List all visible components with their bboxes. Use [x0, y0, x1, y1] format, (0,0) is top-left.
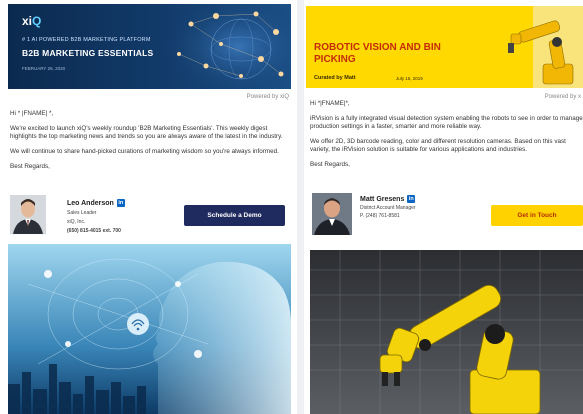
banner-date: July 15, 2019: [396, 76, 423, 81]
hero-image-ai-head: [8, 244, 291, 414]
signature-role: Sales Leader: [67, 210, 97, 216]
signature-phone: P. (248) 761-8581: [360, 213, 400, 219]
header-banner: xiQ # 1 AI POWERED B2B MARKETING PLATFOR…: [8, 4, 291, 89]
greeting: Hi * |FNAME| *,: [10, 110, 54, 117]
avatar: [10, 195, 46, 234]
network-globe-illustration: [161, 4, 291, 89]
banner-curator: Curated by Matt: [314, 75, 356, 81]
get-in-touch-button[interactable]: Get in Touch: [491, 205, 583, 226]
email-body: Hi *|FNAME|*, iRVision is a fully integr…: [310, 100, 583, 169]
xiq-logo: xiQ: [22, 14, 42, 28]
industrial-robot-illustration: [310, 250, 583, 414]
body-paragraph: We will continue to share hand-picked cu…: [10, 148, 279, 155]
body-paragraph: We're excited to launch xiQ's weekly rou…: [10, 125, 283, 140]
banner-tagline: # 1 AI POWERED B2B MARKETING PLATFORM: [22, 37, 151, 43]
signature-company: xiQ, Inc.: [67, 219, 86, 225]
header-banner: ROBOTIC VISION AND BIN PICKING Curated b…: [306, 6, 583, 88]
body-paragraph: We offer 2D, 3D barcode reading, color a…: [310, 138, 566, 153]
signature-name: Matt Gresens in: [360, 195, 416, 203]
signature-phone: (650) 815-4015 ext. 700: [67, 228, 121, 234]
robot-arm-illustration: [473, 6, 583, 88]
banner-title: B2B MARKETING ESSENTIALS: [22, 48, 154, 58]
signature-name: Leo Anderson in: [67, 199, 125, 207]
email-body: Hi * |FNAME| *, We're excited to launch …: [10, 110, 290, 171]
body-paragraph: iRVision is a fully integrated visual de…: [310, 115, 583, 130]
greeting: Hi *|FNAME|*,: [310, 100, 350, 107]
closing: Best Regards,: [10, 163, 50, 170]
linkedin-icon[interactable]: in: [116, 199, 125, 207]
person-portrait-icon: [312, 193, 352, 235]
email-preview-robotics: ROBOTIC VISION AND BIN PICKING Curated b…: [304, 0, 583, 414]
hero-image-robot: [310, 250, 583, 414]
powered-by-label: Powered by xiQ: [246, 94, 289, 100]
linkedin-icon[interactable]: in: [407, 195, 416, 203]
signature-role: District Account Manager: [360, 205, 416, 211]
person-portrait-icon: [10, 195, 46, 234]
banner-title: ROBOTIC VISION AND BIN PICKING: [314, 42, 441, 65]
email-preview-b2b: xiQ # 1 AI POWERED B2B MARKETING PLATFOR…: [0, 0, 297, 414]
closing: Best Regards,: [310, 161, 350, 168]
ai-head-illustration: [8, 244, 291, 414]
avatar: [312, 193, 352, 235]
schedule-demo-button[interactable]: Schedule a Demo: [184, 205, 285, 226]
banner-date: FEBRUARY 26, 2020: [22, 66, 66, 71]
